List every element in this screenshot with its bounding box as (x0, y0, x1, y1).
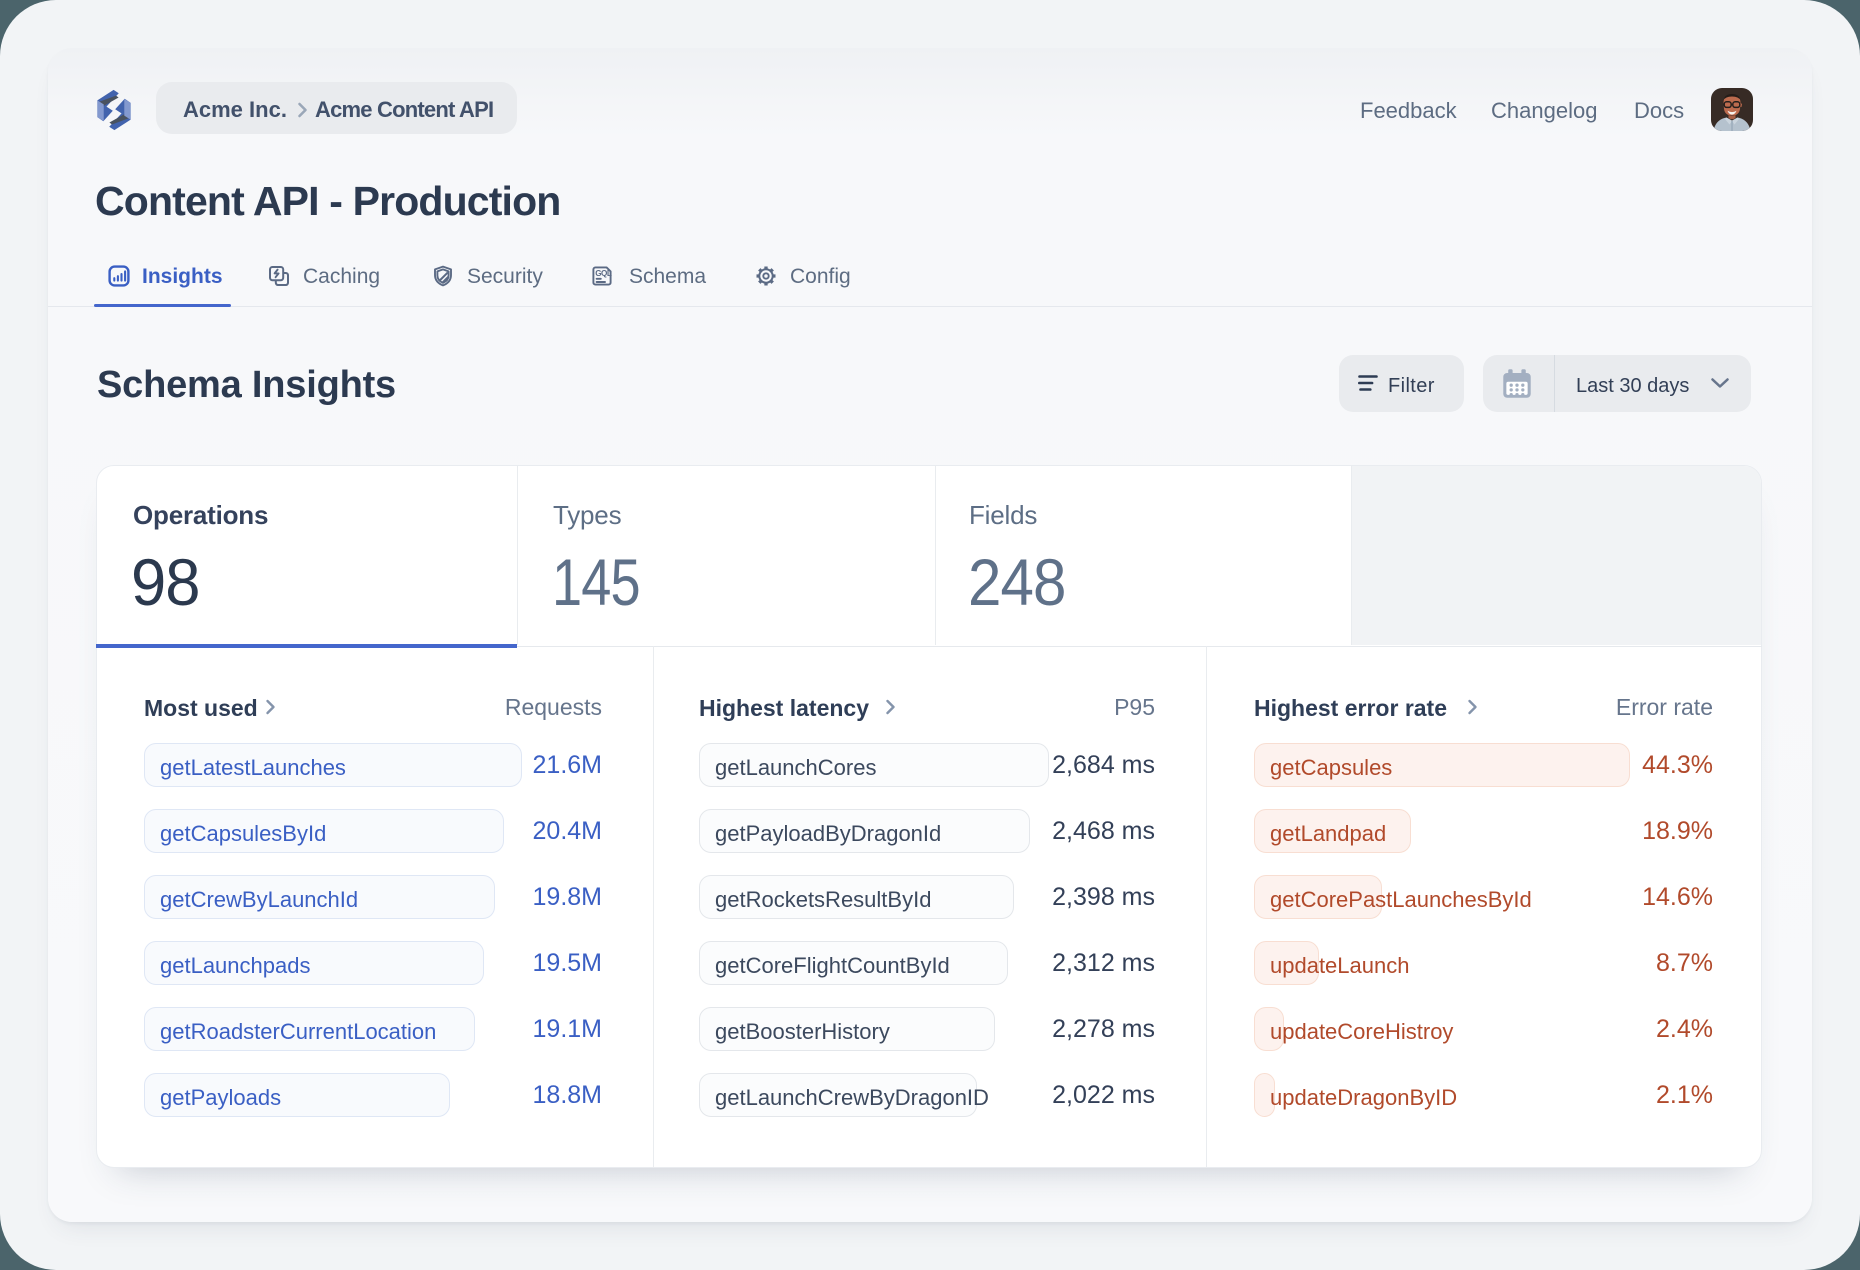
svg-text:GQL: GQL (595, 269, 612, 278)
